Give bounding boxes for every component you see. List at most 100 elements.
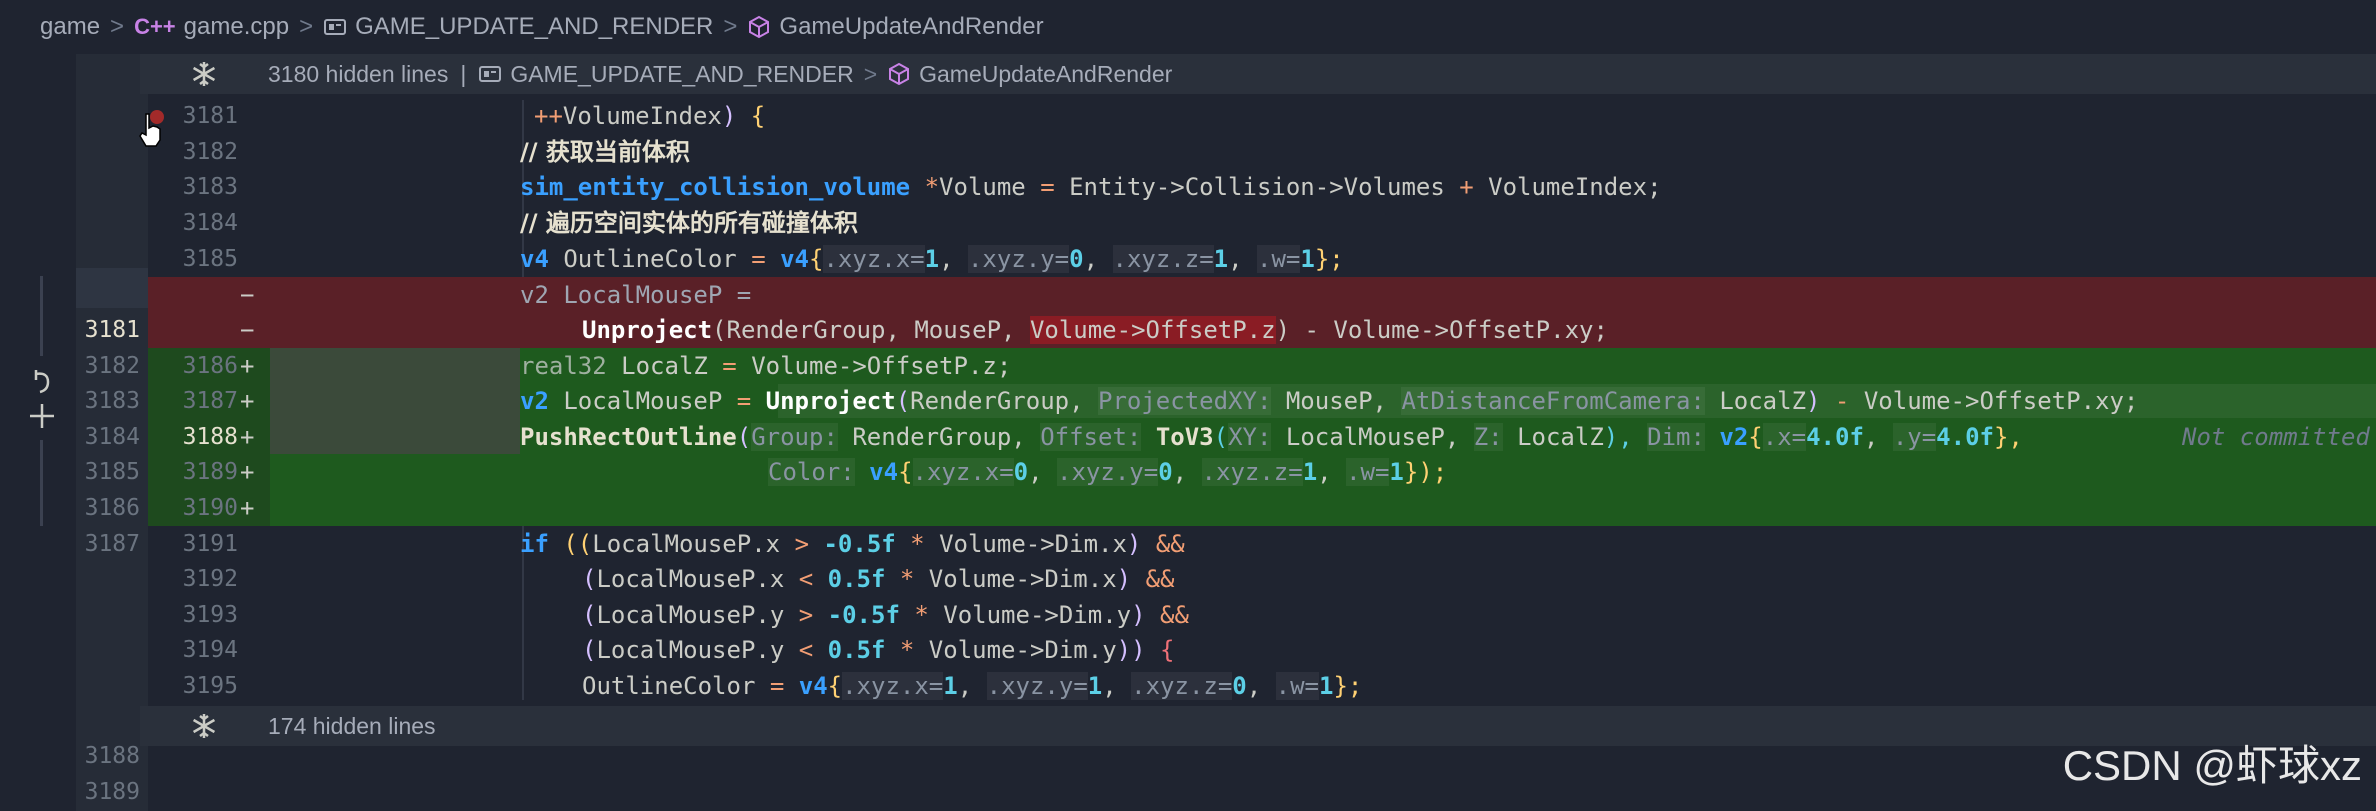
code-token: , [1246,672,1276,700]
hidden-lines-function[interactable]: GameUpdateAndRender [919,61,1172,88]
code-token: LocalZ [1502,423,1604,451]
code-token: Color: [768,458,855,486]
snowflake-icon[interactable] [190,712,218,740]
code-token: 4.0f [1806,423,1864,451]
code-token: Volume->Dim.x [924,530,1127,558]
code-line[interactable]: v4 OutlineColor = v4{.xyz.x=1, .xyz.y=0,… [520,241,1344,277]
code-token: ProjectedXY: [1098,387,1272,415]
code-token: VolumeIndex; [1473,173,1662,201]
code-token: -0.5f [823,530,896,558]
code-line[interactable]: ++VolumeIndex) { [534,98,765,134]
code-token: 0.5f [827,636,886,664]
code-line[interactable]: OutlineColor = v4{.xyz.x=1, .xyz.y=1, .x… [582,668,1362,704]
code-token: if [520,530,549,558]
revert-icon[interactable] [28,366,58,398]
namespace-icon [478,62,502,86]
blank-old-gutter [76,268,148,308]
chevron-right-icon: > [110,13,125,40]
code-token: && [1145,565,1175,593]
code-token: 0.5f [827,565,886,593]
plus-icon[interactable] [26,400,58,432]
code-token: 1 [1300,245,1315,273]
added-code-line[interactable]: v2 LocalMouseP = Unproject(RenderGroup, … [520,383,2138,419]
code-token: .xyz.x= [823,245,925,273]
code-token: RenderGroup, [837,423,1041,451]
code-line[interactable]: (LocalMouseP.y > -0.5f * Volume->Dim.y) … [582,597,1189,633]
code-token: sim_entity_collision_volume [520,173,911,201]
hidden-lines-divider: | [460,60,467,87]
added-code-line[interactable]: real32 LocalZ = Volume->OffsetP.z; [520,348,1011,384]
code-token: ++ [534,102,563,130]
hidden-lines-bar-top[interactable]: 3180 hidden lines | GAME_UPDATE_AND_REND… [140,54,2376,94]
code-token: = [751,245,766,273]
code-token: < [798,565,814,593]
line-number-new: 3184 [182,210,238,236]
breadcrumb: game > C++ game.cpp > GAME_UPDATE_AND_RE… [0,0,2376,54]
code-token: OutlineColor [582,672,770,700]
code-token: .xyz.z= [1131,672,1233,700]
code-token: }; [1314,245,1344,273]
chevron-right-icon: > [299,13,314,40]
diff-add-marker: + [240,458,255,486]
code-token: , [1863,423,1893,451]
code-line[interactable]: (LocalMouseP.y < 0.5f * Volume->Dim.y)) … [582,632,1174,668]
deleted-code-line[interactable]: Unproject(RenderGroup, MouseP, Volume->O… [582,312,1608,348]
added-code-line[interactable]: Color: v4{.xyz.x=0, .xyz.y=0, .xyz.z=1, … [768,454,1447,490]
code-token: * [899,565,915,593]
code-token: 0 [1158,458,1173,486]
function-icon [747,15,771,39]
hidden-lines-bar-bottom[interactable]: 174 hidden lines [140,706,2376,746]
code-comment[interactable]: // 获取当前体积 [520,134,690,170]
left-margin [0,54,76,811]
line-number-new: 3194 [182,637,238,663]
line-number-new: 3193 [182,602,238,628]
code-token: { [736,102,766,130]
code-token: Unproject [765,387,896,415]
code-token: 1 [1319,672,1334,700]
code-token: }; [1333,672,1363,700]
code-token: { [1748,423,1763,451]
cpp-file-icon: C++ [134,14,176,39]
code-token: , [1083,245,1113,273]
breadcrumb-function[interactable]: GameUpdateAndRender [779,13,1043,41]
code-token: .w= [1346,458,1390,486]
breadcrumb-namespace[interactable]: GAME_UPDATE_AND_RENDER [355,13,713,41]
code-token: .xyz.y= [967,245,1070,273]
code-token: ) [1116,565,1146,593]
code-token: , [939,245,968,273]
hidden-lines-namespace[interactable]: GAME_UPDATE_AND_RENDER [510,61,853,88]
code-token: ) [721,102,737,130]
code-token: ( [582,601,597,629]
line-number-new: 3189 [182,459,238,485]
code-token: - [1820,387,1864,415]
line-number-new: 3186 [182,353,238,379]
code-token: v4 [798,672,828,700]
code-line[interactable]: sim_entity_collision_volume *Volume = En… [520,169,1662,205]
code-token: v2 [520,387,549,415]
breadcrumb-file[interactable]: game.cpp [184,13,289,41]
added-code-line[interactable]: PushRectOutline(Group: RenderGroup, Offs… [520,419,2023,455]
code-token: ToV3 [1155,423,1214,451]
code-line[interactable]: if ((LocalMouseP.x > -0.5f * Volume->Dim… [520,526,1185,562]
code-token: ) - Volume->OffsetP.xy; [1275,316,1608,344]
code-comment[interactable]: // 遍历空间实体的所有碰撞体积 [520,205,858,241]
line-number-old: 3187 [84,531,140,557]
diff-add-marker: + [240,387,255,415]
breadcrumb-folder[interactable]: game [40,13,100,41]
code-token: ) [1126,530,1156,558]
line-number-new: 3183 [182,174,238,200]
deleted-code-line[interactable]: v2 LocalMouseP = [520,277,751,313]
snowflake-icon[interactable] [190,60,218,88]
line-number-new: 3181 [182,103,238,129]
code-token: Dim: [1647,423,1705,451]
code-line[interactable]: (LocalMouseP.x < 0.5f * Volume->Dim.x) &… [582,561,1174,597]
code-token: ( [736,423,752,451]
diff-delete-marker: − [240,281,255,309]
line-number-new: 3182 [182,139,238,165]
code-token: > [794,530,810,558]
change-indicator-line [40,440,43,526]
